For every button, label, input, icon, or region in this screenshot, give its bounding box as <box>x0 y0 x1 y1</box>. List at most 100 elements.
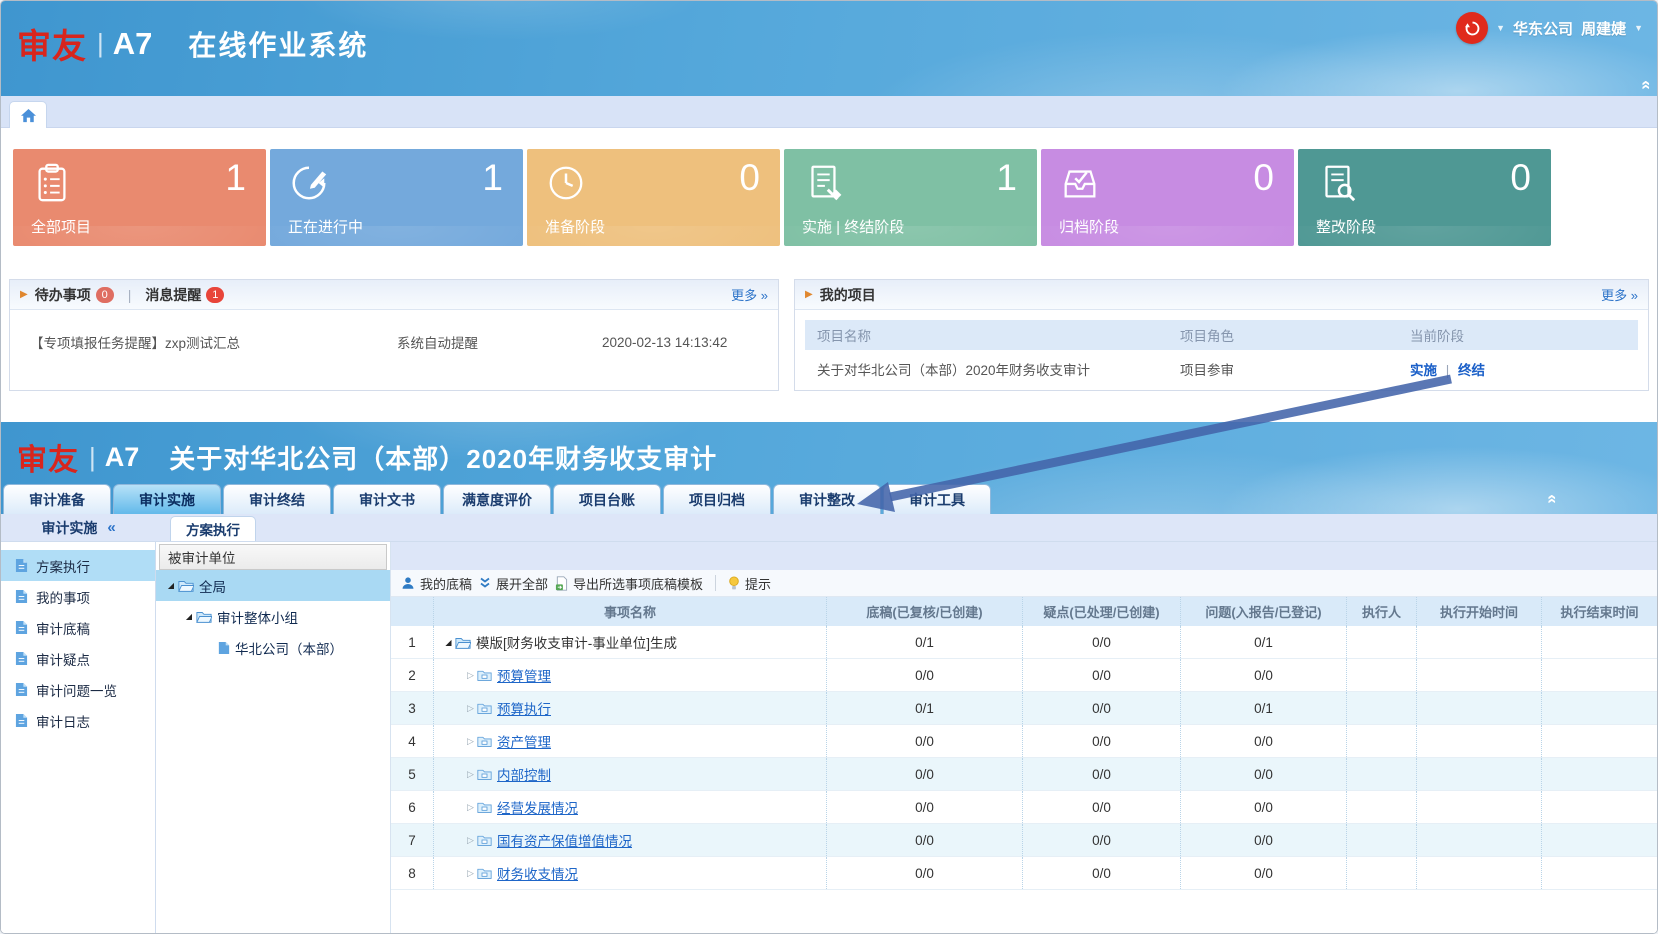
sidebar-collapse-icon[interactable]: « <box>107 519 115 536</box>
message-list-item[interactable]: 【专项填报任务提醒】zxp测试汇总 系统自动提醒 2020-02-13 14:1… <box>10 332 778 352</box>
tree-node-global[interactable]: ◢ 全局 <box>156 570 390 601</box>
user-dropdown-icon[interactable]: ▼ <box>1634 23 1643 33</box>
card-implementation[interactable]: 1 实施 | 终结阶段 <box>784 149 1037 246</box>
matter-name-link[interactable]: 资产管理 <box>497 731 551 751</box>
card-archive[interactable]: 0 归档阶段 <box>1041 149 1294 246</box>
sidebar-item-audit-doubts[interactable]: 审计疑点 <box>1 643 155 674</box>
matter-name-link[interactable]: 预算执行 <box>497 698 551 718</box>
card-value: 1 <box>482 157 503 199</box>
row-collapsed-icon[interactable]: ▷ <box>464 703 477 714</box>
tab-message-reminder[interactable]: 消息提醒 <box>145 285 201 305</box>
draft-count: 0/0 <box>826 791 1022 823</box>
row-collapsed-icon[interactable]: ▷ <box>464 670 477 681</box>
collapse-header-icon[interactable]: « <box>1636 80 1656 89</box>
matter-name-link[interactable]: 预算管理 <box>497 665 551 685</box>
table-row[interactable]: 7 ▷ 国有资产保值增值情况 0/0 0/0 0/0 <box>391 824 1657 857</box>
tab-satisfaction-evaluation[interactable]: 满意度评价 <box>443 484 551 514</box>
brand-row: 审友 | A7 在线作业系统 <box>1 1 1657 68</box>
tree-node-audit-team[interactable]: ◢ 审计整体小组 <box>156 601 390 632</box>
tab-audit-conclusion[interactable]: 审计终结 <box>223 484 331 514</box>
table-row[interactable]: 8 ▷ 财务收支情况 0/0 0/0 0/0 <box>391 857 1657 890</box>
refresh-button[interactable] <box>1456 12 1488 44</box>
matter-name-link[interactable]: 财务收支情况 <box>497 863 578 883</box>
row-collapsed-icon[interactable]: ▷ <box>464 736 477 747</box>
row-number: 3 <box>391 692 433 724</box>
tree-node-label: 华北公司（本部） <box>235 638 343 658</box>
stage-impl-link[interactable]: 实施 <box>1410 363 1437 378</box>
table-row[interactable]: 6 ▷ 经营发展情况 0/0 0/0 0/0 <box>391 791 1657 824</box>
table-row[interactable]: 3 ▷ 预算执行 0/1 0/0 0/1 <box>391 692 1657 725</box>
folder-open-icon <box>178 579 194 592</box>
sidebar: 方案执行 我的事项 审计底稿 <box>1 542 156 934</box>
tab-separator: | <box>128 287 132 303</box>
my-drafts-button[interactable]: 我的底稿 <box>401 574 472 593</box>
project-tabs: 审计准备 审计实施 审计终结 审计文书 满意度评价 项目台账 项目归档 审计整改… <box>1 484 1657 514</box>
tab-home[interactable] <box>9 101 47 128</box>
sidebar-item-audit-log[interactable]: 审计日志 <box>1 705 155 736</box>
start-time-cell <box>1416 659 1541 691</box>
tab-project-ledger[interactable]: 项目台账 <box>553 484 661 514</box>
card-preparation[interactable]: 0 准备阶段 <box>527 149 780 246</box>
card-in-progress[interactable]: 1 正在进行中 <box>270 149 523 246</box>
card-label: 正在进行中 <box>288 216 363 237</box>
row-expanded-icon[interactable]: ◢ <box>442 638 455 647</box>
user-info[interactable]: 华东公司 周建婕 <box>1513 18 1626 39</box>
todo-more-link[interactable]: 更多 » <box>731 285 768 304</box>
stat-cards: 1 全部项目 1 正在进行中 0 准备阶段 <box>13 149 1551 246</box>
tab-audit-implementation[interactable]: 审计实施 <box>113 484 221 514</box>
project-name[interactable]: 关于对华北公司（本部）2020年财务收支审计 <box>805 359 1180 379</box>
tab-audit-preparation[interactable]: 审计准备 <box>3 484 111 514</box>
sidebar-item-my-matters[interactable]: 我的事项 <box>1 581 155 612</box>
sidebar-item-audit-issues[interactable]: 审计问题一览 <box>1 674 155 705</box>
tab-todo-items[interactable]: 待办事项 <box>35 285 91 305</box>
tree-expanded-icon[interactable]: ◢ <box>182 612 196 621</box>
table-row[interactable]: 4 ▷ 资产管理 0/0 0/0 0/0 <box>391 725 1657 758</box>
document-fix-icon <box>1316 162 1358 204</box>
table-row[interactable]: 5 ▷ 内部控制 0/0 0/0 0/0 <box>391 758 1657 791</box>
matter-name-link[interactable]: 国有资产保值增值情况 <box>497 830 632 850</box>
matter-name-link[interactable]: 内部控制 <box>497 764 551 784</box>
subtab-plan-execution[interactable]: 方案执行 <box>170 516 256 541</box>
projects-more-link[interactable]: 更多 » <box>1601 285 1638 304</box>
folder-open-icon <box>196 610 212 623</box>
brand-row: 审友 | A7 关于对华北公司（本部）2020年财务收支审计 <box>1 422 1657 479</box>
refresh-dropdown-icon[interactable]: ▼ <box>1496 23 1505 33</box>
row-collapsed-icon[interactable]: ▷ <box>464 802 477 813</box>
table-row[interactable]: 2 ▷ 预算管理 0/0 0/0 0/0 <box>391 659 1657 692</box>
projects-panel-title: 我的项目 <box>820 285 876 305</box>
sidebar-item-plan-execution[interactable]: 方案执行 <box>1 550 155 581</box>
matter-name-cell: ▷ 预算执行 <box>433 692 826 724</box>
tree-header: 被审计单位 <box>159 544 387 570</box>
tree-node-north-china-company[interactable]: 华北公司（本部） <box>156 632 390 663</box>
folder-icon <box>477 735 492 747</box>
stage-end-link[interactable]: 终结 <box>1458 363 1485 378</box>
folder-icon <box>477 801 492 813</box>
edit-progress-icon <box>288 162 330 204</box>
export-template-button[interactable]: 导出所选事项底稿模板 <box>555 574 703 593</box>
sidebar-item-audit-drafts[interactable]: 审计底稿 <box>1 612 155 643</box>
tab-project-archive[interactable]: 项目归档 <box>663 484 771 514</box>
system-title: 在线作业系统 <box>188 24 368 64</box>
row-collapsed-icon[interactable]: ▷ <box>464 835 477 846</box>
matter-name-link[interactable]: 经营发展情况 <box>497 797 578 817</box>
start-time-cell <box>1416 758 1541 790</box>
table-row[interactable]: 1 ◢ 模版[财务收支审计-事业单位]生成 0/1 0/0 0/1 <box>391 626 1657 659</box>
export-template-label: 导出所选事项底稿模板 <box>573 574 703 593</box>
card-all-projects[interactable]: 1 全部项目 <box>13 149 266 246</box>
tab-audit-documents[interactable]: 审计文书 <box>333 484 441 514</box>
message-time: 2020-02-13 14:13:42 <box>602 335 727 350</box>
collapse-tabs-icon[interactable]: « <box>1542 494 1562 503</box>
expand-all-button[interactable]: 展开全部 <box>479 574 548 593</box>
card-label: 全部项目 <box>31 216 91 237</box>
tree-expanded-icon[interactable]: ◢ <box>164 581 178 590</box>
tab-audit-tools[interactable]: 审计工具 <box>883 484 991 514</box>
row-collapsed-icon[interactable]: ▷ <box>464 868 477 879</box>
row-collapsed-icon[interactable]: ▷ <box>464 769 477 780</box>
card-rectification[interactable]: 0 整改阶段 <box>1298 149 1551 246</box>
card-value: 0 <box>1253 157 1274 199</box>
tab-audit-rectification[interactable]: 审计整改 <box>773 484 881 514</box>
row-number: 4 <box>391 725 433 757</box>
start-time-cell <box>1416 857 1541 889</box>
tips-button[interactable]: 提示 <box>728 574 771 593</box>
doubt-count: 0/0 <box>1022 791 1180 823</box>
